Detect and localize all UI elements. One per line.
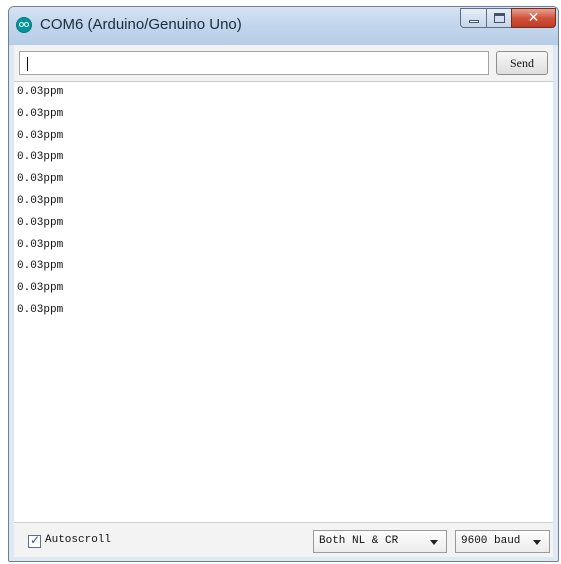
output-line: 0.03ppm bbox=[17, 86, 64, 98]
maximize-icon bbox=[494, 13, 505, 23]
autoscroll-label[interactable]: Autoscroll bbox=[45, 534, 111, 546]
monitor-client-area: Send 0.03ppm 0.03ppm 0.03ppm 0.03ppm 0.03ppm… bbox=[14, 45, 553, 557]
send-input[interactable] bbox=[19, 51, 489, 75]
output-line: 0.03ppm bbox=[17, 282, 64, 295]
output-line: 0.03ppm bbox=[17, 238, 64, 251]
autoscroll-checkbox[interactable]: ✓ bbox=[28, 533, 41, 548]
output-line: 0.03ppm bbox=[17, 173, 64, 186]
status-footer: ✓ Autoscroll Both NL & CR 9600 baud bbox=[14, 522, 553, 557]
serial-output[interactable]: 0.03ppm 0.03ppm 0.03ppm 0.03ppm 0.03ppm 0.03p… bbox=[14, 81, 553, 522]
output-line: 0.03ppm bbox=[17, 129, 64, 142]
text-caret bbox=[27, 57, 28, 71]
maximize-button[interactable] bbox=[486, 8, 512, 28]
close-button[interactable]: ✕ bbox=[511, 8, 556, 28]
minimize-icon bbox=[469, 20, 479, 23]
chevron-down-icon bbox=[533, 540, 541, 545]
send-button[interactable]: Send bbox=[496, 51, 548, 75]
output-line: 0.03ppm bbox=[17, 260, 64, 273]
baud-rate-select[interactable]: 9600 baud bbox=[455, 530, 550, 553]
baud-rate-value: 9600 baud bbox=[461, 535, 521, 547]
checkmark-icon: ✓ bbox=[30, 533, 41, 547]
line-ending-select[interactable]: Both NL & CR bbox=[313, 530, 447, 553]
line-ending-value: Both NL & CR bbox=[319, 535, 399, 547]
serial-monitor-window: COM6 (Arduino/Genuino Uno) ✕ Send 0.03pp… bbox=[8, 6, 559, 562]
close-icon: ✕ bbox=[527, 10, 540, 26]
output-line: 0.03ppm bbox=[17, 107, 64, 120]
output-line: 0.03ppm bbox=[17, 304, 64, 316]
title-bar[interactable]: COM6 (Arduino/Genuino Uno) ✕ bbox=[9, 7, 558, 45]
output-line: 0.03ppm bbox=[17, 151, 64, 164]
arduino-icon bbox=[16, 17, 32, 33]
output-line: 0.03ppm bbox=[17, 216, 64, 229]
chevron-down-icon bbox=[430, 540, 438, 545]
window-title: COM6 (Arduino/Genuino Uno) bbox=[40, 16, 242, 33]
output-line: 0.03ppm bbox=[17, 195, 64, 207]
minimize-button[interactable] bbox=[460, 8, 487, 28]
